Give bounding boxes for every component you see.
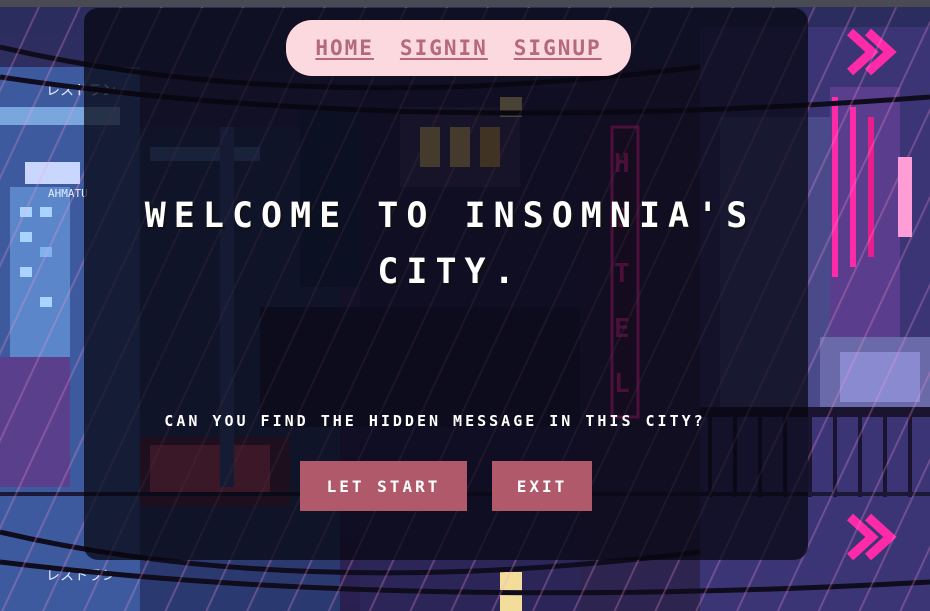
- browser-top-bar: [0, 0, 930, 7]
- nav-link-home[interactable]: HOME: [315, 36, 374, 60]
- hidden-message-question: CAN YOU FIND THE HIDDEN MESSAGE IN THIS …: [164, 412, 706, 430]
- page-title: WELCOME TO INSOMNIA'S CITY.: [144, 196, 756, 292]
- nav-link-signin[interactable]: SIGNIN: [400, 36, 488, 60]
- sign-small-text: AHMATU: [48, 187, 88, 200]
- top-navigation: HOME SIGNIN SIGNUP: [286, 20, 631, 76]
- exit-button[interactable]: EXIT: [492, 461, 592, 511]
- nav-link-signup[interactable]: SIGNUP: [514, 36, 602, 60]
- let-start-button[interactable]: LET START: [300, 461, 467, 511]
